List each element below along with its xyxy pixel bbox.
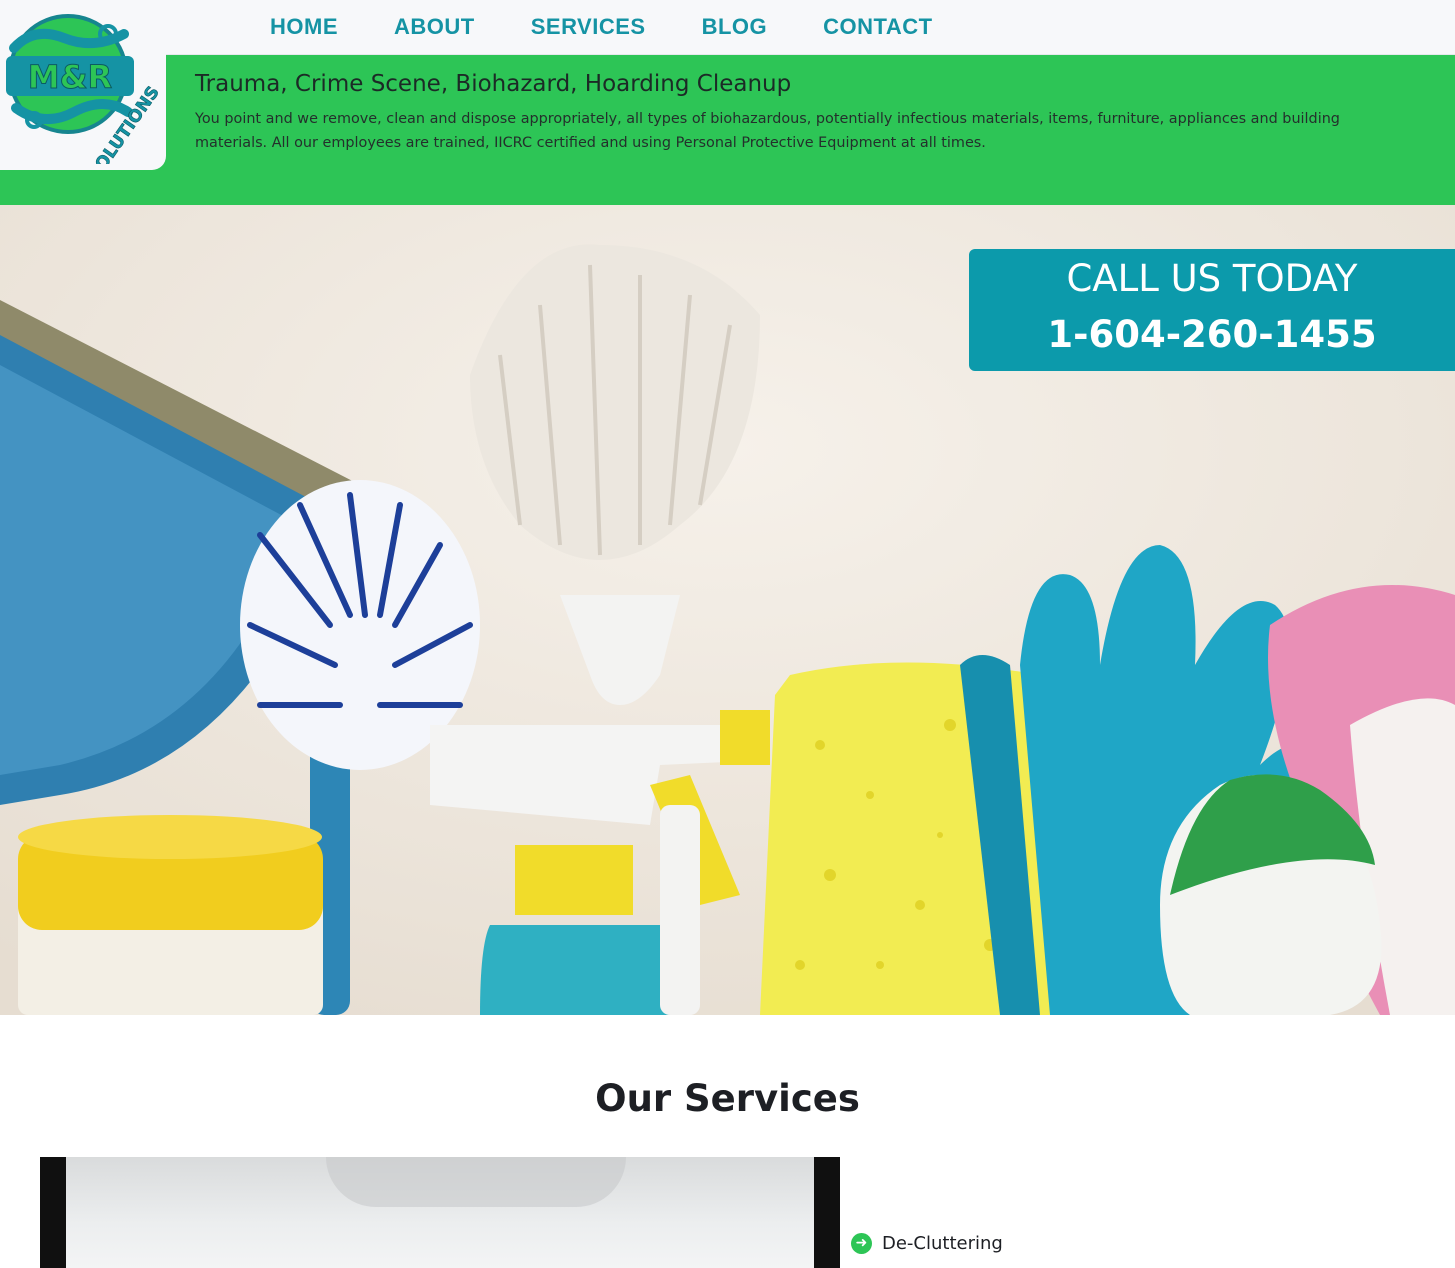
nav-contact[interactable]: CONTACT xyxy=(823,14,932,40)
service-image-photo xyxy=(66,1157,814,1268)
call-us-banner[interactable]: CALL US TODAY 1-604-260-1455 xyxy=(969,249,1455,371)
cta-phone-number[interactable]: 1-604-260-1455 xyxy=(969,313,1455,356)
nav-about[interactable]: ABOUT xyxy=(394,14,475,40)
top-navigation-bar: HOME ABOUT SERVICES BLOG CONTACT xyxy=(0,0,1455,55)
page-title: Trauma, Crime Scene, Biohazard, Hoarding… xyxy=(195,71,792,97)
service-image-shape xyxy=(326,1157,626,1207)
services-list: ➜ De-Cluttering xyxy=(851,1230,1003,1264)
service-item-decluttering[interactable]: ➜ De-Cluttering xyxy=(851,1230,1003,1256)
logo-text-top: M&R xyxy=(28,58,112,96)
header-band: Trauma, Crime Scene, Biohazard, Hoarding… xyxy=(0,55,1455,205)
service-item-label: De-Cluttering xyxy=(882,1232,1003,1254)
nav-home[interactable]: HOME xyxy=(270,14,338,40)
logo-emblem: M&R SOLUTIONS xyxy=(6,14,160,164)
service-image xyxy=(40,1157,840,1268)
services-heading: Our Services xyxy=(595,1077,860,1120)
nav-services[interactable]: SERVICES xyxy=(531,14,646,40)
nav-blog[interactable]: BLOG xyxy=(702,14,768,40)
cta-heading: CALL US TODAY xyxy=(1066,257,1358,300)
logo[interactable]: M&R SOLUTIONS xyxy=(0,0,166,170)
arrow-right-circle-icon: ➜ xyxy=(851,1232,872,1254)
main-nav: HOME ABOUT SERVICES BLOG CONTACT xyxy=(270,14,933,40)
page-description: You point and we remove, clean and dispo… xyxy=(195,111,1340,151)
